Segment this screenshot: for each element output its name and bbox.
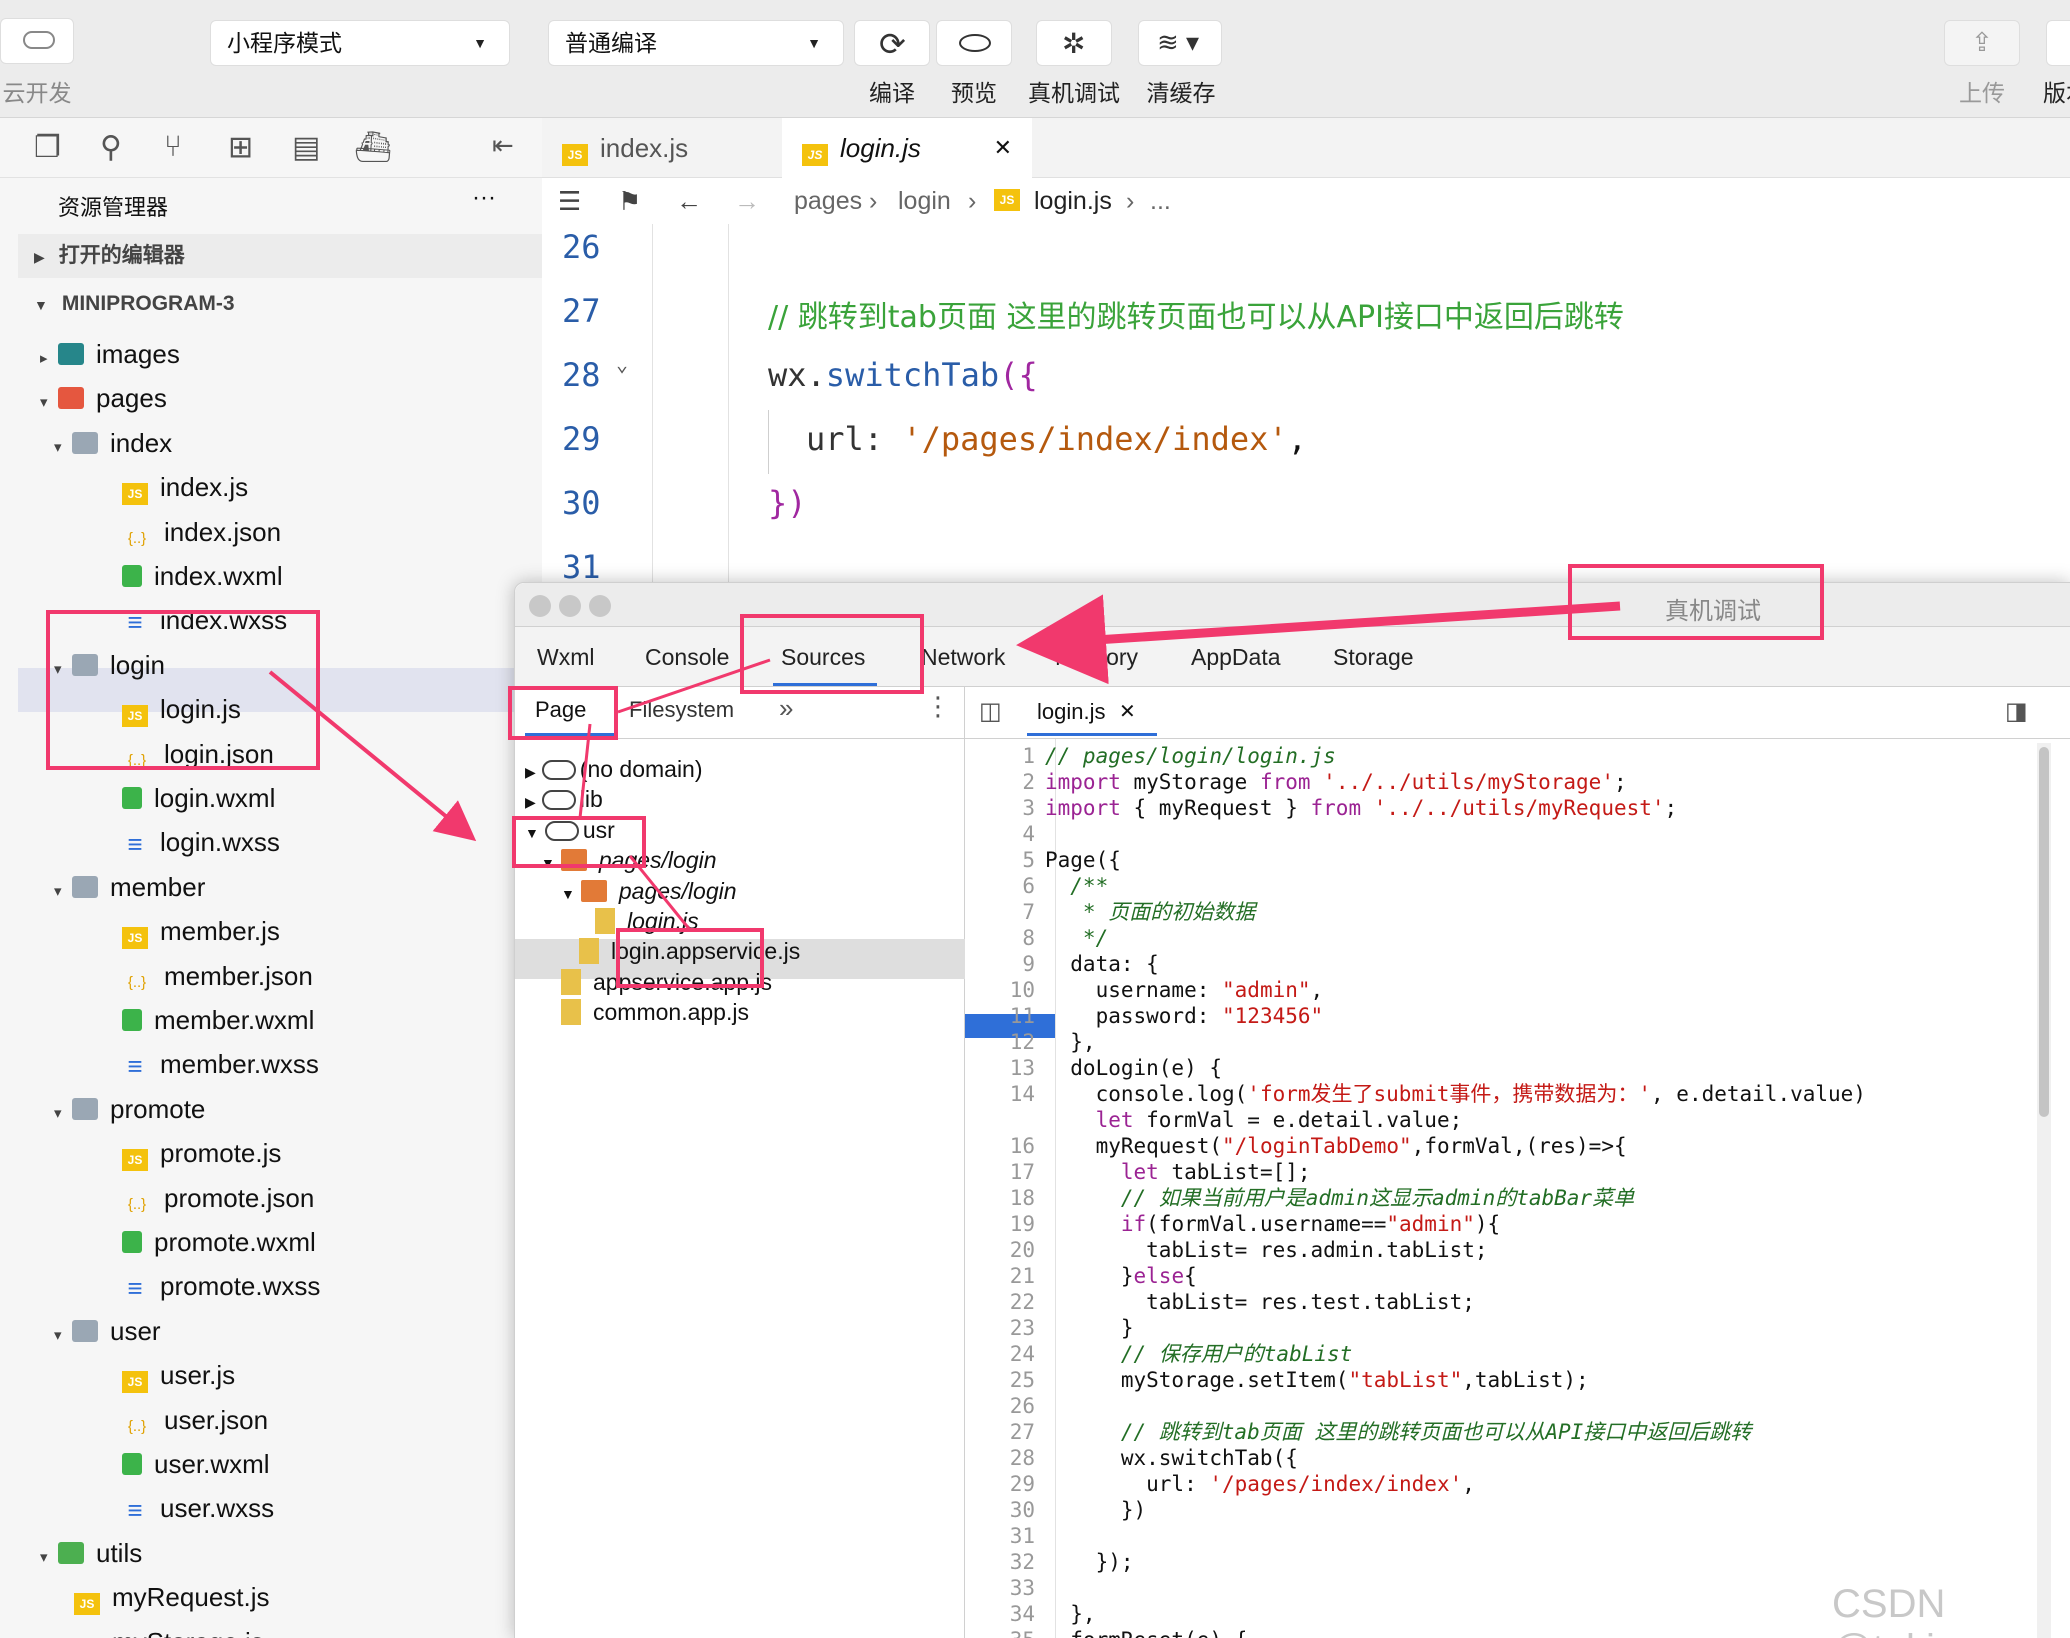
watermark: CSDN @tekin	[1832, 1582, 1957, 1638]
connector-sources-page	[617, 658, 771, 714]
arrow-to-network-tab	[1016, 594, 1621, 685]
annotation-arrows	[268, 594, 1621, 931]
connector-page-usr	[578, 723, 592, 819]
arrow-to-devtools	[268, 670, 477, 842]
connector-usr-login	[628, 855, 692, 931]
